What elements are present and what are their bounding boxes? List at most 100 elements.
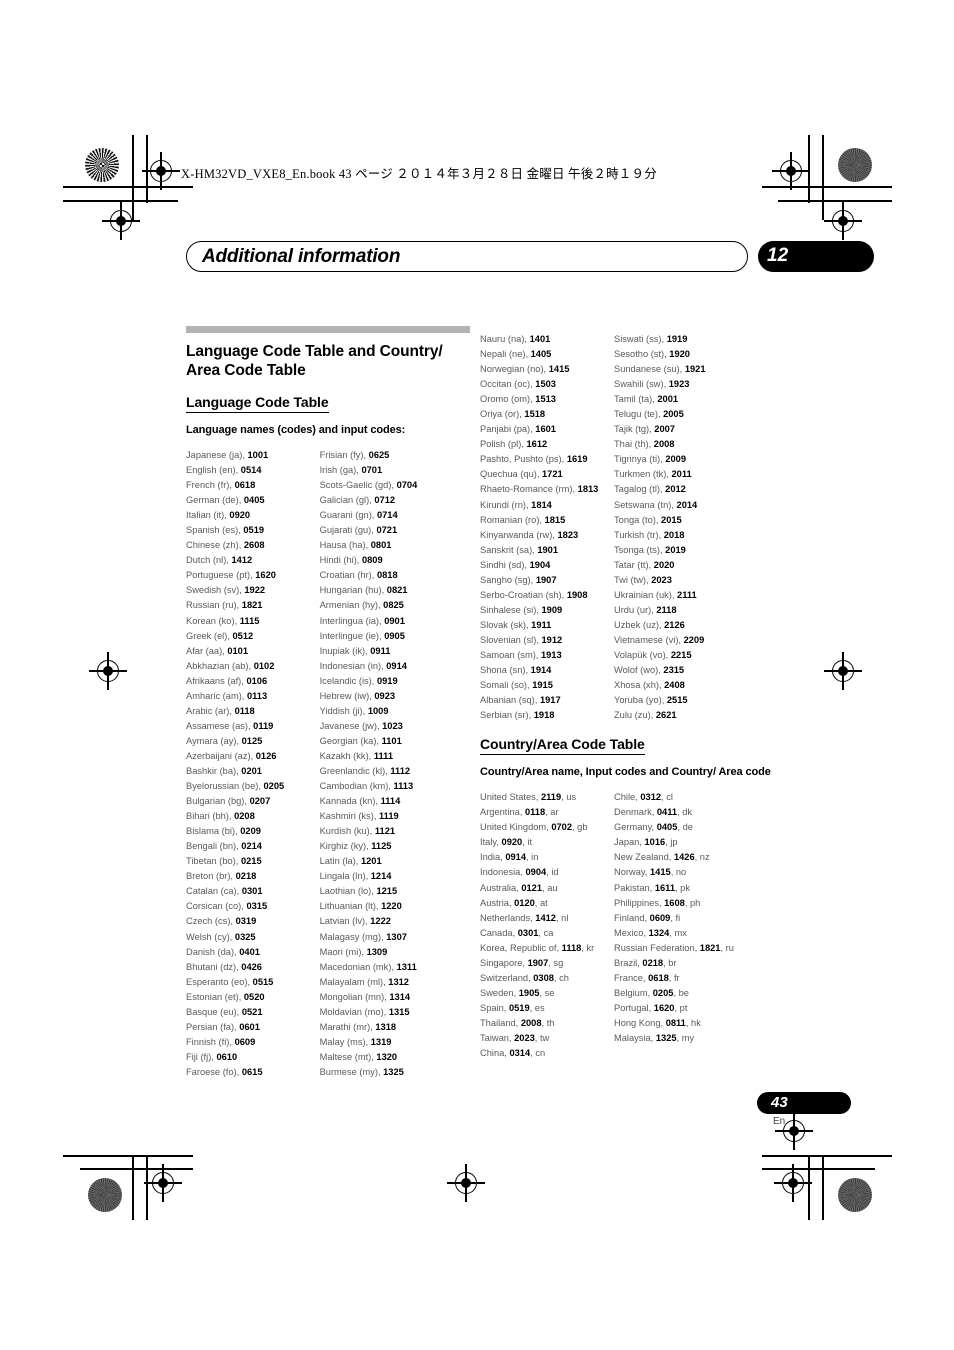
code-entry: Inupiak (ik), 0911: [320, 644, 470, 659]
code-entry-code: 1908: [566, 589, 588, 600]
code-entry-code: 1821: [241, 600, 263, 611]
code-entry-abbr: , br: [663, 957, 677, 968]
code-entry: Samoan (sm), 1913: [480, 648, 614, 663]
code-entry: Tamil (ta), 2001: [614, 392, 774, 407]
code-entry-name: Kannada (kn),: [319, 796, 381, 807]
code-entry: Korean (ko), 1115: [186, 614, 320, 629]
code-entry-code: 1125: [371, 841, 392, 852]
code-entry: Urdu (ur), 2118: [614, 603, 774, 618]
code-entry-name: Maltese (mt),: [319, 1051, 377, 1062]
code-entry-name: Breton (br),: [186, 871, 236, 882]
crop-mark-bottom-right: [822, 1155, 824, 1220]
code-entry: Faroese (fo), 0615: [186, 1065, 320, 1080]
code-entry: Irish (ga), 0701: [320, 463, 470, 478]
code-entry-code: 0405: [656, 822, 678, 833]
code-entry-name: Denmark,: [614, 807, 657, 818]
code-entry: Maltese (mt), 1320: [320, 1050, 470, 1065]
code-entry-code: 2119: [540, 792, 562, 803]
registration-mark: [142, 152, 180, 190]
code-entry-name: Panjabi (pa),: [480, 424, 536, 435]
code-entry: Argentina, 0118, ar: [480, 805, 614, 820]
code-entry-name: Germany,: [614, 822, 657, 833]
code-entry-code: 1907: [535, 574, 557, 585]
code-entry-name: Siswati (ss),: [614, 334, 667, 344]
code-entry-name: Japan,: [614, 837, 645, 848]
code-entry-name: Tsonga (ts),: [614, 544, 666, 555]
code-entry-code: 1907: [527, 957, 549, 968]
code-entry: Korea, Republic of, 1118, kr: [480, 941, 614, 956]
code-entry-abbr: , ru: [720, 942, 734, 953]
code-entry-name: Czech (cs),: [186, 916, 236, 927]
code-entry-code: 1918: [533, 710, 555, 721]
language-code-column-2: Frisian (fy), 0625 Irish (ga), 0701 Scots-…: [320, 448, 470, 1080]
code-entry-code: 0714: [376, 510, 398, 521]
registration-mark: [89, 652, 127, 690]
code-entry-name: Latvian (lv),: [319, 916, 371, 927]
code-entry-code: 1721: [542, 469, 563, 480]
code-entry: Somali (so), 1915: [480, 678, 614, 693]
code-entry: Tsonga (ts), 2019: [614, 543, 774, 558]
code-entry: Serbo-Croatian (sh), 1908: [480, 588, 614, 603]
code-entry-name: Bengali (bn),: [186, 841, 242, 852]
code-entry-name: Armenian (hy),: [319, 600, 384, 611]
code-entry-name: Faroese (fo),: [186, 1066, 242, 1077]
code-entry-name: Hebrew (iw),: [319, 690, 375, 701]
code-entry-name: Setswana (tn),: [614, 499, 677, 510]
code-entry-code: 0121: [521, 882, 543, 893]
code-entry-name: French (fr),: [186, 480, 235, 491]
code-entry: Estonian (et), 0520: [186, 990, 320, 1005]
code-entry-name: Assamese (as),: [186, 720, 254, 731]
code-entry: Bengali (bn), 0214: [186, 839, 320, 854]
code-entry-abbr: , nl: [555, 912, 569, 923]
language-code-columns-right: Nauru (na), 1401 Nepali (ne), 1405 Norwegi…: [480, 332, 780, 723]
code-entry-code: 0315: [246, 901, 268, 912]
code-entry-abbr: , jp: [665, 837, 678, 848]
code-entry-code: 1119: [379, 811, 399, 822]
code-entry: Bashkir (ba), 0201: [186, 764, 320, 779]
code-entry-name: Uzbek (uz),: [614, 619, 665, 630]
code-entry-code: 1513: [535, 394, 556, 405]
code-entry-code: 1118: [561, 942, 582, 953]
crop-mark-top-left: [132, 135, 134, 220]
code-entry: Nauru (na), 1401: [480, 332, 614, 347]
code-entry-name: Belgium,: [614, 987, 653, 998]
code-entry: Moldavian (mo), 1315: [320, 1005, 470, 1020]
code-entry-code: 1222: [370, 916, 391, 927]
chapter-title: Additional information: [202, 246, 401, 267]
code-entry-name: Esperanto (eo),: [186, 976, 253, 987]
code-entry-name: Portugal,: [614, 1002, 654, 1013]
code-entry: Sesotho (st), 1920: [614, 347, 774, 362]
code-entry: Fiji (fj), 0610: [186, 1050, 320, 1065]
code-entry-name: Interlingue (ie),: [319, 630, 385, 641]
code-entry-code: 0609: [649, 912, 671, 923]
code-entry: Abkhazian (ab), 0102: [186, 659, 320, 674]
code-entry-code: 1319: [370, 1036, 392, 1047]
code-entry: Russian (ru), 1821: [186, 598, 320, 613]
code-entry: Finnish (fi), 0609: [186, 1035, 320, 1050]
code-entry: Interlingue (ie), 0905: [320, 629, 470, 644]
code-entry: Frisian (fy), 0625: [320, 448, 470, 463]
code-entry: Thai (th), 2008: [614, 437, 774, 452]
registration-mark: [102, 202, 140, 240]
code-entry-name: Serbo-Croatian (sh),: [480, 589, 567, 600]
code-entry-code: 1401: [529, 334, 551, 344]
code-entry-name: Interlingua (ia),: [319, 615, 385, 626]
code-entry: Icelandic (is), 0919: [320, 674, 470, 689]
code-entry-abbr: , mx: [669, 927, 687, 938]
code-entry: Afar (aa), 0101: [186, 644, 320, 659]
code-entry-name: Japanese (ja),: [186, 450, 248, 460]
code-entry-name: Moldavian (mo),: [319, 1006, 389, 1017]
code-entry-name: Polish (pl),: [480, 439, 527, 450]
code-entry-code: 0625: [368, 450, 390, 460]
code-entry-code: 0914: [386, 660, 407, 671]
code-entry-name: Georgian (ka),: [319, 735, 382, 746]
section-rule: [186, 326, 470, 333]
code-entry-code: 2005: [663, 409, 684, 420]
code-entry-name: Inupiak (ik),: [319, 645, 371, 656]
crop-mark-top-right: [762, 186, 892, 188]
code-entry: Kannada (kn), 1114: [320, 794, 470, 809]
code-entry-name: Norwegian (no),: [480, 364, 549, 375]
code-entry-code: 0923: [374, 690, 396, 701]
code-entry: Telugu (te), 2005: [614, 407, 774, 422]
code-entry-code: 0218: [235, 871, 257, 882]
